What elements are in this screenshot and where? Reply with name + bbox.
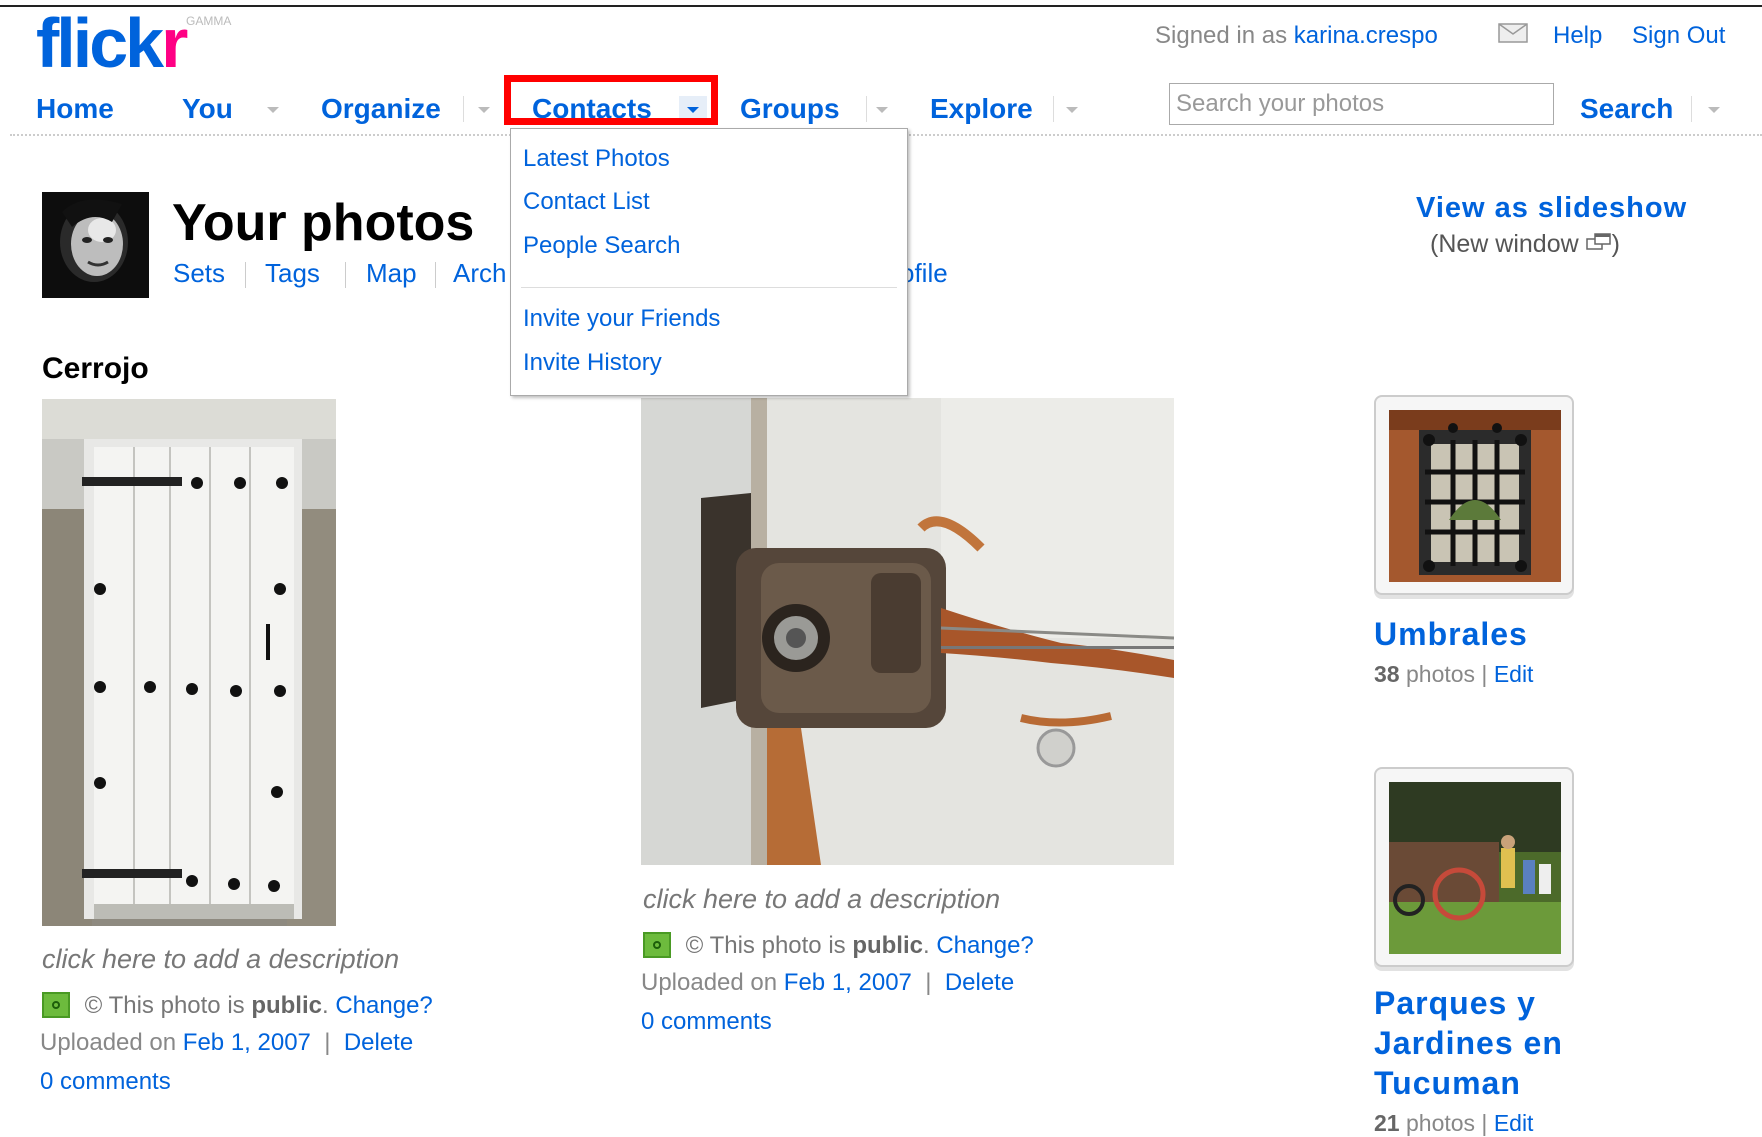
- set-edit-link[interactable]: Edit: [1494, 661, 1534, 687]
- flickr-logo[interactable]: flickr: [36, 8, 188, 78]
- subnav-archives[interactable]: Arch: [453, 258, 506, 289]
- delete-link[interactable]: Delete: [344, 1029, 413, 1056]
- photo-description[interactable]: click here to add a description: [42, 944, 399, 975]
- explore-chevron-down-icon[interactable]: [1058, 96, 1086, 124]
- upload-info: Uploaded on Feb 1, 2007 | Delete: [641, 969, 1015, 996]
- nav-you[interactable]: You: [182, 93, 233, 125]
- nav-home[interactable]: Home: [36, 93, 114, 125]
- new-window-note: (New window ): [1430, 230, 1620, 259]
- public-icon: [643, 931, 671, 958]
- logo-text-accent: r: [161, 4, 188, 82]
- contacts-highlight-box: [504, 75, 718, 125]
- menu-item-invite-friends[interactable]: Invite your Friends: [523, 305, 720, 333]
- uploaded-prefix: Uploaded on: [641, 969, 778, 996]
- help-link[interactable]: Help: [1553, 22, 1602, 50]
- set-meta: 38 photos | Edit: [1374, 661, 1534, 687]
- privacy-prefix: © This photo is: [685, 932, 846, 959]
- photo-privacy: © This photo is public. Change?: [643, 931, 1034, 960]
- username-link[interactable]: karina.crespo: [1294, 22, 1438, 49]
- contacts-dropdown-menu: Latest Photos Contact List People Search…: [510, 128, 908, 396]
- privacy-change-link[interactable]: Change?: [335, 992, 432, 1019]
- photo-privacy: © This photo is public. Change?: [42, 991, 433, 1020]
- search-chevron-down-icon[interactable]: [1700, 96, 1728, 124]
- nav-divider: [463, 96, 464, 122]
- delete-link[interactable]: Delete: [945, 969, 1014, 996]
- comments-link[interactable]: 0 comments: [40, 1068, 171, 1096]
- upload-date-link[interactable]: Feb 1, 2007: [183, 1029, 311, 1056]
- set-thumbnail-umbrales: [1389, 410, 1561, 582]
- subnav-divider: [245, 262, 246, 288]
- nav-organize[interactable]: Organize: [321, 93, 441, 125]
- search-button[interactable]: Search: [1580, 93, 1673, 125]
- organize-chevron-down-icon[interactable]: [470, 96, 498, 124]
- menu-divider: [521, 287, 897, 288]
- set-photos-label: photos: [1405, 661, 1476, 687]
- subnav-divider: [345, 262, 346, 288]
- you-chevron-down-icon[interactable]: [259, 96, 287, 124]
- upload-info: Uploaded on Feb 1, 2007 | Delete: [40, 1029, 414, 1056]
- nav-divider: [866, 96, 867, 122]
- set-thumbnail-parques: [1389, 782, 1561, 954]
- top-border: [0, 5, 1762, 7]
- privacy-change-link[interactable]: Change?: [936, 932, 1033, 959]
- menu-item-latest-photos[interactable]: Latest Photos: [523, 145, 670, 173]
- page-title: Your photos: [172, 194, 475, 252]
- avatar-portrait: [42, 192, 149, 298]
- set-title-link[interactable]: Parques y Jardines en Tucuman: [1374, 983, 1604, 1103]
- photo-title[interactable]: Cerrojo: [42, 352, 149, 386]
- photo-lock[interactable]: [641, 398, 1174, 865]
- privacy-value: public: [251, 992, 322, 1019]
- menu-item-invite-history[interactable]: Invite History: [523, 349, 662, 377]
- signed-in-status: Signed in as karina.crespo: [1155, 22, 1438, 50]
- subnav-sets[interactable]: Sets: [173, 258, 225, 289]
- subnav-tags[interactable]: Tags: [265, 258, 320, 289]
- set-title-link[interactable]: Umbrales: [1374, 614, 1528, 654]
- envelope-icon[interactable]: [1498, 23, 1528, 43]
- nav-explore[interactable]: Explore: [930, 93, 1033, 125]
- view-slideshow-link[interactable]: View as slideshow: [1416, 192, 1687, 225]
- set-photo-count: 21: [1374, 1110, 1400, 1136]
- menu-item-people-search[interactable]: People Search: [523, 232, 680, 260]
- set-meta: 21 photos | Edit: [1374, 1110, 1534, 1136]
- signed-in-prefix: Signed in as: [1155, 22, 1288, 49]
- subnav-divider: [435, 262, 436, 288]
- set-thumbnail-frame[interactable]: [1374, 395, 1574, 595]
- gamma-badge: GAMMA: [186, 14, 232, 28]
- set-photo-count: 38: [1374, 661, 1400, 687]
- new-window-label: (New window: [1430, 230, 1586, 258]
- upload-date-link[interactable]: Feb 1, 2007: [784, 969, 912, 996]
- sign-out-link[interactable]: Sign Out: [1632, 22, 1725, 50]
- subnav-map[interactable]: Map: [366, 258, 417, 289]
- photo-description[interactable]: click here to add a description: [643, 884, 1000, 915]
- nav-divider: [1691, 96, 1692, 122]
- comments-link[interactable]: 0 comments: [641, 1008, 772, 1036]
- menu-item-contact-list[interactable]: Contact List: [523, 188, 650, 216]
- uploaded-prefix: Uploaded on: [40, 1029, 177, 1056]
- logo-text: flick: [36, 4, 164, 82]
- nav-groups[interactable]: Groups: [740, 93, 840, 125]
- photo-door[interactable]: [42, 399, 336, 926]
- new-window-close: ): [1611, 230, 1620, 258]
- set-thumbnail-frame[interactable]: [1374, 767, 1574, 967]
- privacy-prefix: © This photo is: [84, 992, 245, 1019]
- search-input[interactable]: [1169, 83, 1554, 125]
- public-icon: [42, 991, 70, 1018]
- new-window-icon: [1585, 233, 1611, 250]
- avatar[interactable]: [42, 192, 149, 298]
- privacy-value: public: [852, 932, 923, 959]
- nav-divider: [1053, 96, 1054, 122]
- set-photos-label: photos: [1405, 1110, 1476, 1136]
- groups-chevron-down-icon[interactable]: [868, 96, 896, 124]
- set-edit-link[interactable]: Edit: [1494, 1110, 1534, 1136]
